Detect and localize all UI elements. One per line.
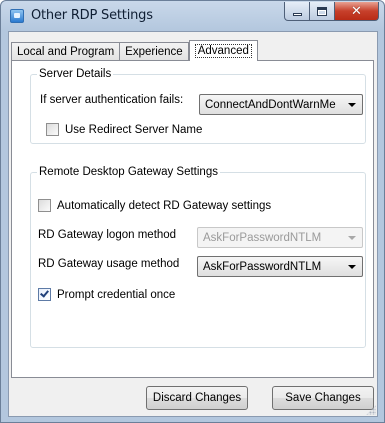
auth-fail-value: ConnectAndDontWarnMe <box>205 98 336 111</box>
use-redirect-row[interactable]: Use Redirect Server Name <box>46 123 202 136</box>
gateway-title: Remote Desktop Gateway Settings <box>39 166 218 178</box>
auth-fail-combo[interactable]: ConnectAndDontWarnMe <box>199 94 363 115</box>
usage-method-value: AskForPasswordNTLM <box>203 260 322 273</box>
advanced-tab-panel: Server Details If server authentication … <box>11 60 374 378</box>
chevron-down-icon <box>348 265 356 269</box>
use-redirect-checkbox[interactable] <box>46 123 59 136</box>
auto-detect-checkbox[interactable] <box>38 199 51 212</box>
tab-local-and-program[interactable]: Local and Program <box>11 42 121 60</box>
minimize-icon <box>292 12 302 16</box>
auth-fail-label: If server authentication fails: <box>40 94 184 106</box>
tab-advanced[interactable]: Advanced <box>188 40 258 61</box>
usage-method-label: RD Gateway usage method <box>38 258 180 270</box>
dialog-client-area: Local and Program Experience Advanced Se… <box>8 31 378 417</box>
checkmark-icon <box>40 288 49 298</box>
usage-method-combo[interactable]: AskForPasswordNTLM <box>197 256 363 277</box>
save-changes-button[interactable]: Save Changes <box>272 386 374 410</box>
auto-detect-label: Automatically detect RD Gateway settings <box>57 199 272 212</box>
tab-strip: Local and Program Experience Advanced <box>11 40 258 61</box>
dialog-window: Other RDP Settings ✕ Local and Program E… <box>0 0 385 423</box>
close-button[interactable]: ✕ <box>335 2 379 21</box>
logon-method-value: AskForPasswordNTLM <box>203 231 322 244</box>
prompt-once-checkbox[interactable] <box>38 288 51 301</box>
tab-label: Advanced <box>194 44 252 58</box>
logon-method-label: RD Gateway logon method <box>38 229 177 241</box>
tab-label: Local and Program <box>17 45 115 58</box>
maximize-button[interactable] <box>310 2 335 21</box>
server-details-title: Server Details <box>39 68 112 80</box>
window-title: Other RDP Settings <box>31 8 153 23</box>
chevron-down-icon <box>348 236 356 240</box>
prompt-once-row[interactable]: Prompt credential once <box>38 288 175 301</box>
logon-method-combo[interactable]: AskForPasswordNTLM <box>197 227 363 248</box>
close-icon: ✕ <box>351 3 362 19</box>
chevron-down-icon <box>348 103 356 107</box>
tab-experience[interactable]: Experience <box>119 42 189 60</box>
auto-detect-row[interactable]: Automatically detect RD Gateway settings <box>38 199 271 212</box>
caption-buttons: ✕ <box>284 2 379 21</box>
use-redirect-label: Use Redirect Server Name <box>65 123 203 136</box>
prompt-once-label: Prompt credential once <box>57 288 176 301</box>
minimize-button[interactable] <box>284 2 310 21</box>
app-icon <box>10 9 24 23</box>
maximize-icon <box>317 6 327 16</box>
title-bar[interactable]: Other RDP Settings ✕ <box>1 1 384 31</box>
discard-changes-button[interactable]: Discard Changes <box>146 386 248 410</box>
tab-label: Experience <box>125 45 183 58</box>
